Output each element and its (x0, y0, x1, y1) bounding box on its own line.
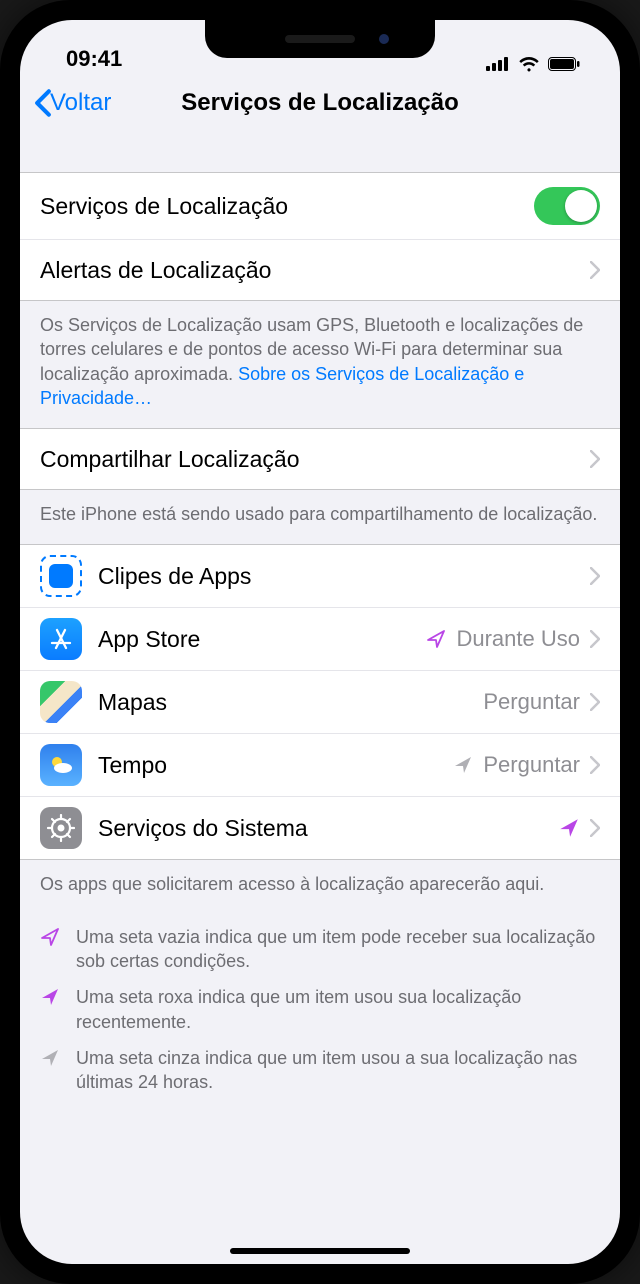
location-services-toggle[interactable] (534, 187, 600, 225)
share-location-group: Compartilhar Localização (20, 428, 620, 490)
chevron-right-icon (590, 630, 600, 648)
legend-hollow-text: Uma seta vazia indica que um item pode r… (76, 925, 600, 974)
location-arrow-purple-icon (558, 817, 580, 839)
device-notch (205, 20, 435, 58)
share-location-footer: Este iPhone está sendo usado para compar… (20, 490, 620, 544)
location-arrow-purple-icon (40, 987, 60, 1007)
weather-value: Perguntar (483, 752, 580, 778)
location-arrow-hollow-icon (426, 629, 446, 649)
app-store-label: App Store (98, 626, 200, 653)
page-title: Serviços de Localização (181, 89, 458, 117)
location-alerts-label: Alertas de Localização (40, 257, 271, 284)
apps-footer: Os apps que solicitarem acesso à localiz… (20, 860, 620, 914)
maps-value: Perguntar (483, 689, 580, 715)
back-label: Voltar (50, 89, 111, 117)
legend-gray-arrow: Uma seta cinza indica que um item usou a… (40, 1046, 600, 1095)
maps-icon (40, 681, 82, 723)
app-clips-label: Clipes de Apps (98, 563, 251, 590)
chevron-right-icon (590, 693, 600, 711)
location-services-group: Serviços de Localização Alertas de Local… (20, 172, 620, 301)
chevron-right-icon (590, 819, 600, 837)
app-clips-row[interactable]: Clipes de Apps (20, 545, 620, 608)
location-alerts-row[interactable]: Alertas de Localização (20, 240, 620, 300)
weather-row[interactable]: Tempo Perguntar (20, 734, 620, 797)
system-services-row[interactable]: Serviços do Sistema (20, 797, 620, 859)
chevron-right-icon (590, 261, 600, 279)
legend-gray-text: Uma seta cinza indica que um item usou a… (76, 1046, 600, 1095)
app-store-icon (40, 618, 82, 660)
legend: Uma seta vazia indica que um item pode r… (20, 915, 620, 1137)
status-time: 09:41 (66, 46, 122, 72)
chevron-right-icon (590, 756, 600, 774)
home-indicator[interactable] (230, 1248, 410, 1254)
location-services-toggle-row[interactable]: Serviços de Localização (20, 173, 620, 240)
legend-hollow-arrow: Uma seta vazia indica que um item pode r… (40, 925, 600, 974)
wifi-icon (518, 56, 540, 72)
location-services-label: Serviços de Localização (40, 193, 288, 220)
location-arrow-gray-icon (40, 1048, 60, 1068)
location-arrow-gray-icon (453, 755, 473, 775)
legend-purple-text: Uma seta roxa indica que um item usou su… (76, 985, 600, 1034)
location-services-footer: Os Serviços de Localização usam GPS, Blu… (20, 301, 620, 428)
legend-purple-arrow: Uma seta roxa indica que um item usou su… (40, 985, 600, 1034)
app-store-value: Durante Uso (456, 626, 580, 652)
app-store-row[interactable]: App Store Durante Uso (20, 608, 620, 671)
share-location-row[interactable]: Compartilhar Localização (20, 429, 620, 489)
chevron-right-icon (590, 567, 600, 585)
system-services-icon (40, 807, 82, 849)
location-arrow-hollow-icon (40, 927, 60, 947)
weather-label: Tempo (98, 752, 167, 779)
maps-row[interactable]: Mapas Perguntar (20, 671, 620, 734)
battery-icon (548, 57, 580, 71)
app-clips-icon (40, 555, 82, 597)
maps-label: Mapas (98, 689, 167, 716)
apps-group: Clipes de Apps App Store (20, 544, 620, 860)
chevron-right-icon (590, 450, 600, 468)
share-location-label: Compartilhar Localização (40, 446, 300, 473)
weather-icon (40, 744, 82, 786)
nav-bar: Voltar Serviços de Localização (20, 72, 620, 134)
system-services-label: Serviços do Sistema (98, 815, 308, 842)
back-button[interactable]: Voltar (34, 89, 111, 117)
cellular-icon (486, 57, 510, 71)
